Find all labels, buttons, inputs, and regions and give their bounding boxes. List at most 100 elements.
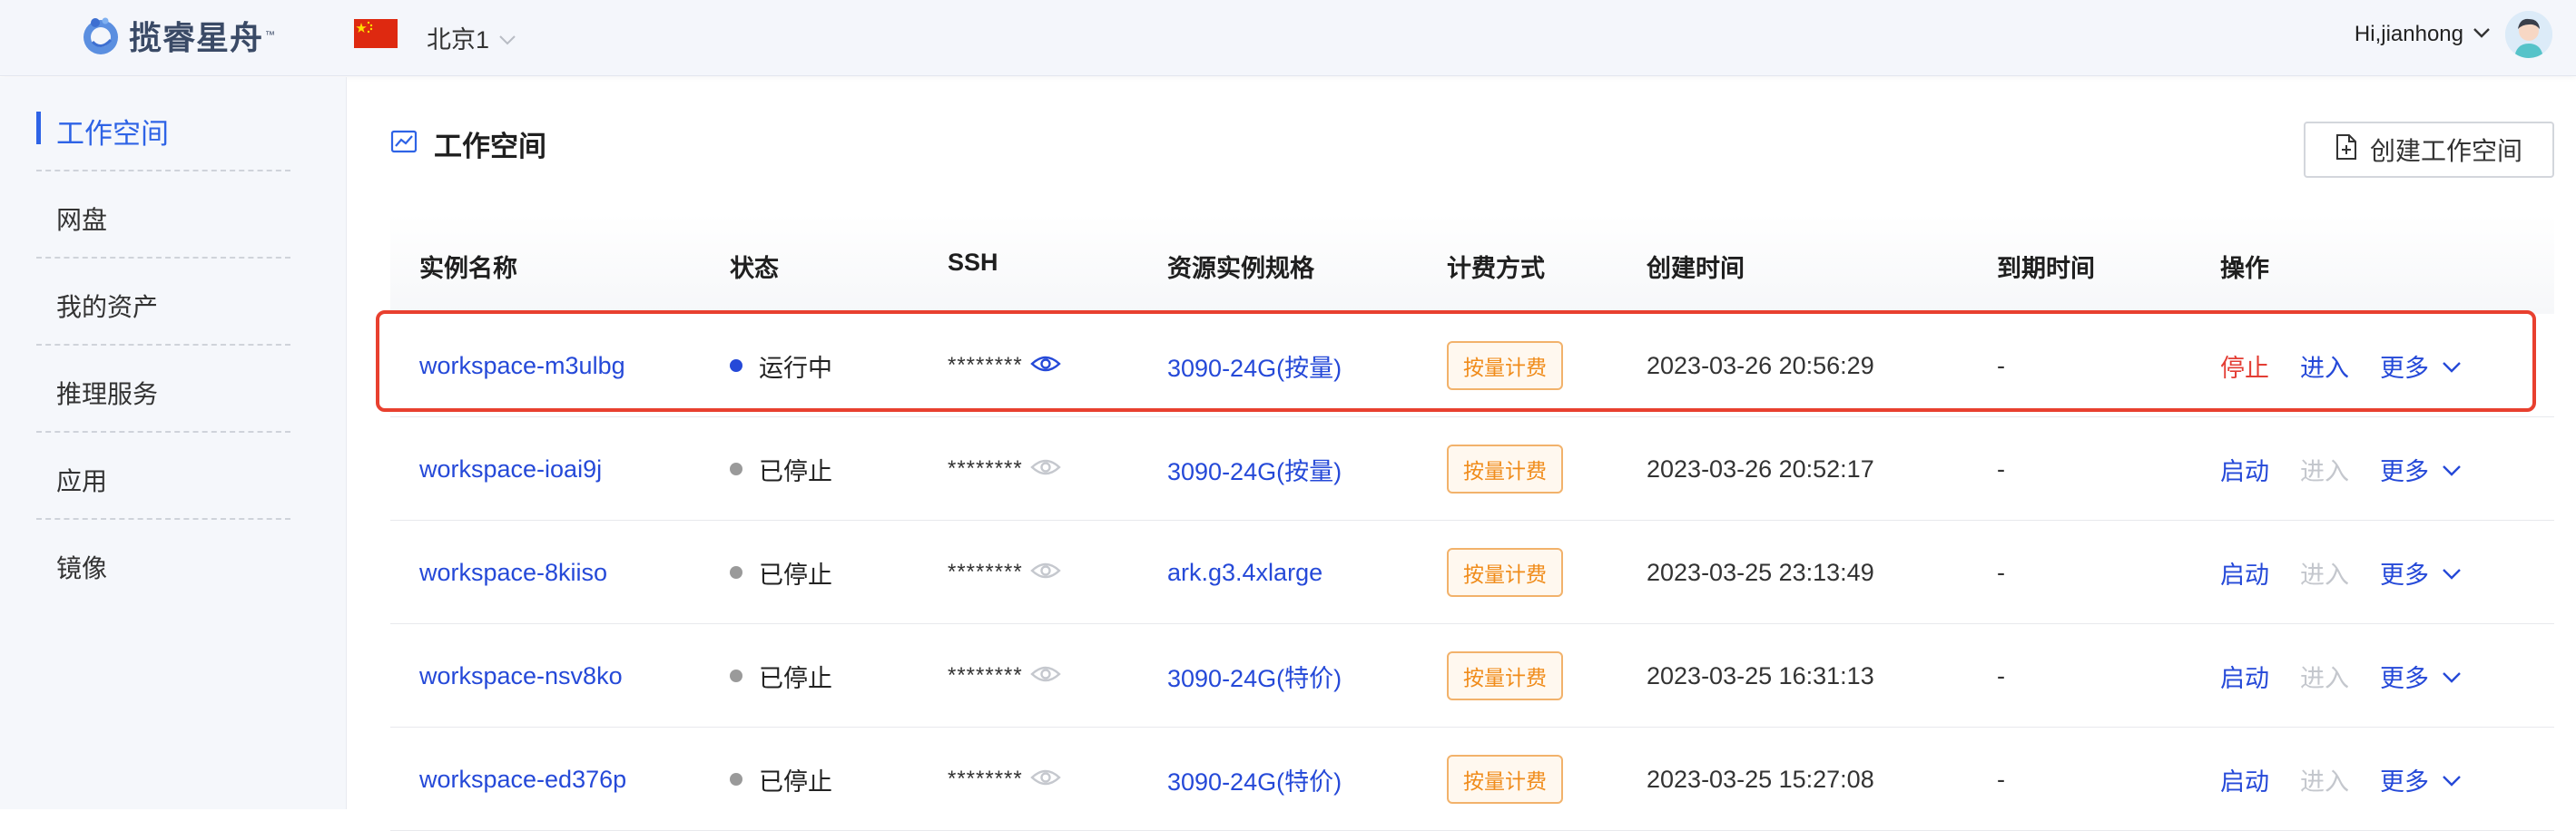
- eye-icon[interactable]: [1029, 455, 1061, 484]
- resource-spec-link[interactable]: 3090-24G(特价): [1167, 762, 1342, 797]
- sidebar-item-apps[interactable]: 应用: [36, 433, 290, 520]
- eye-icon[interactable]: [1029, 559, 1061, 587]
- stop-button[interactable]: 停止: [2220, 348, 2269, 384]
- status-dot: [730, 670, 742, 682]
- brand-name: 揽睿星舟: [129, 19, 264, 56]
- brand-logo[interactable]: 揽睿星舟 ™: [80, 13, 275, 58]
- user-greeting: Hi,jianhong: [2354, 22, 2463, 46]
- column-header-status: 状态: [730, 255, 779, 282]
- chevron-down-icon: [498, 24, 516, 52]
- more-label: 更多: [2380, 457, 2429, 485]
- document-add-icon: [2335, 133, 2357, 167]
- sidebar: 工作空间 网盘 我的资产 推理服务 应用 镜像: [0, 77, 347, 809]
- column-header-billing: 计费方式: [1447, 255, 1545, 282]
- sidebar-item-label: 工作空间: [56, 118, 169, 150]
- start-button[interactable]: 启动: [2220, 452, 2269, 487]
- start-button[interactable]: 启动: [2220, 762, 2269, 797]
- status-dot: [730, 463, 742, 475]
- sidebar-item-workspace[interactable]: 工作空间: [36, 84, 290, 171]
- eye-icon[interactable]: [1029, 766, 1061, 794]
- status-dot: [730, 566, 742, 579]
- sidebar-item-assets[interactable]: 我的资产: [36, 259, 290, 346]
- table-row: workspace-nsv8ko 已停止 ******** 3090-24G(特价) 按…: [390, 624, 2554, 728]
- chevron-down-icon: [2442, 662, 2462, 690]
- page-header: 工作空间: [390, 123, 546, 164]
- create-workspace-button[interactable]: 创建工作空间: [2304, 122, 2554, 178]
- instance-name-link[interactable]: workspace-ed376p: [419, 766, 626, 794]
- start-button[interactable]: 启动: [2220, 555, 2269, 591]
- sidebar-item-label: 网盘: [56, 206, 108, 234]
- region-selector[interactable]: 北京1: [427, 20, 516, 55]
- status-text: 运行中: [759, 354, 832, 382]
- status-text: 已停止: [759, 767, 832, 796]
- created-time: 2023-03-26 20:52:17: [1647, 455, 1874, 483]
- sidebar-item-images[interactable]: 镜像: [36, 520, 290, 607]
- table-row: workspace-8kiiso 已停止 ******** ark.g3.4xlarg…: [390, 521, 2554, 624]
- sidebar-item-label: 应用: [56, 467, 108, 495]
- enter-button[interactable]: 进入: [2300, 348, 2349, 384]
- eye-icon[interactable]: [1029, 662, 1061, 690]
- start-button[interactable]: 启动: [2220, 659, 2269, 694]
- resource-spec-link[interactable]: 3090-24G(特价): [1167, 659, 1342, 694]
- china-flag-icon: [354, 19, 398, 48]
- more-dropdown[interactable]: 更多: [2380, 659, 2462, 694]
- active-indicator: [36, 112, 41, 144]
- column-header-spec: 资源实例规格: [1167, 255, 1314, 282]
- status-dot: [730, 773, 742, 786]
- avatar[interactable]: [2505, 11, 2552, 58]
- create-workspace-label: 创建工作空间: [2369, 137, 2522, 165]
- region-label: 北京1: [427, 26, 490, 54]
- billing-tag: 按量计费: [1447, 445, 1563, 494]
- sidebar-item-label: 推理服务: [56, 380, 159, 408]
- top-bar: 揽睿星舟 ™ 北京1 Hi,jianhong: [0, 0, 2576, 76]
- more-dropdown[interactable]: 更多: [2380, 348, 2462, 384]
- instance-name-link[interactable]: workspace-m3ulbg: [419, 352, 625, 380]
- instance-name-link[interactable]: workspace-8kiiso: [419, 559, 607, 587]
- more-label: 更多: [2380, 354, 2429, 382]
- chevron-down-icon: [2442, 766, 2462, 794]
- column-header-ssh: SSH: [948, 249, 998, 276]
- billing-tag: 按量计费: [1447, 341, 1563, 390]
- table-header: 实例名称 状态 SSH 资源实例规格 计费方式 创建时间 到期时间 操作: [390, 214, 2554, 314]
- user-menu[interactable]: Hi,jianhong: [2355, 11, 2552, 58]
- more-dropdown[interactable]: 更多: [2380, 452, 2462, 487]
- more-dropdown[interactable]: 更多: [2380, 555, 2462, 591]
- resource-spec-link[interactable]: 3090-24G(按量): [1167, 452, 1342, 487]
- column-header-expire: 到期时间: [1997, 255, 2095, 282]
- instance-name-link[interactable]: workspace-nsv8ko: [419, 662, 623, 690]
- enter-button: 进入: [2300, 664, 2349, 692]
- expire-time: -: [1997, 455, 2005, 483]
- expire-time: -: [1997, 558, 2005, 586]
- resource-spec-link[interactable]: 3090-24G(按量): [1167, 348, 1342, 384]
- ssh-password-mask: ********: [948, 767, 1023, 791]
- created-time: 2023-03-25 15:27:08: [1647, 765, 1874, 793]
- ssh-password-mask: ********: [948, 560, 1023, 584]
- table-row: workspace-m3ulbg 运行中 ******** 3090-24G(按量) 按…: [390, 314, 2554, 417]
- column-header-name: 实例名称: [419, 255, 517, 282]
- table-row: workspace-ioai9j 已停止 ******** 3090-24G(按量) 按…: [390, 417, 2554, 521]
- instance-name-link[interactable]: workspace-ioai9j: [419, 455, 602, 484]
- enter-button: 进入: [2300, 767, 2349, 796]
- column-header-actions: 操作: [2220, 255, 2269, 282]
- brand-trademark: ™: [265, 30, 276, 41]
- enter-button: 进入: [2300, 561, 2349, 589]
- eye-icon[interactable]: [1029, 352, 1061, 380]
- more-label: 更多: [2380, 561, 2429, 589]
- brand-logo-icon: [80, 15, 122, 56]
- billing-tag: 按量计费: [1447, 651, 1563, 700]
- sidebar-item-inference[interactable]: 推理服务: [36, 346, 290, 433]
- chevron-down-icon: [2442, 352, 2462, 380]
- status-text: 已停止: [759, 561, 832, 589]
- expire-time: -: [1997, 765, 2005, 793]
- resource-spec-link[interactable]: ark.g3.4xlarge: [1167, 559, 1322, 587]
- created-time: 2023-03-25 16:31:13: [1647, 661, 1874, 689]
- more-dropdown[interactable]: 更多: [2380, 762, 2462, 797]
- chevron-down-icon: [2442, 455, 2462, 484]
- page-title: 工作空间: [434, 131, 546, 162]
- more-label: 更多: [2380, 767, 2429, 796]
- chevron-down-icon: [2442, 559, 2462, 587]
- sidebar-item-label: 我的资产: [56, 293, 159, 321]
- line-chart-icon: [390, 130, 418, 158]
- sidebar-item-netdisk[interactable]: 网盘: [36, 171, 290, 259]
- expire-time: -: [1997, 661, 2005, 689]
